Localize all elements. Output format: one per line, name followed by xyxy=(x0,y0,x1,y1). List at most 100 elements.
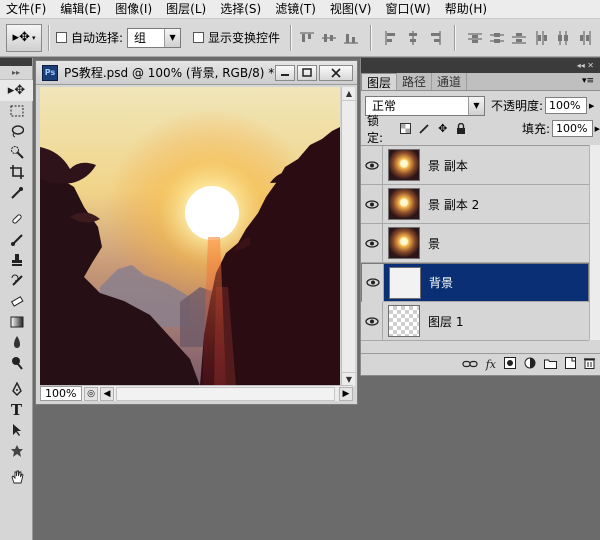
eraser-tool-icon[interactable] xyxy=(0,291,33,312)
distribute-hcenter-icon[interactable] xyxy=(554,30,572,46)
checkbox-box xyxy=(56,32,67,43)
distribute-top-icon[interactable] xyxy=(466,30,484,46)
tool-preset-picker[interactable]: ▸✥ ▾ xyxy=(6,23,42,52)
layer-row[interactable]: 图层 1 xyxy=(361,302,589,341)
menu-image[interactable]: 图像(I) xyxy=(109,0,160,19)
menu-window[interactable]: 窗口(W) xyxy=(379,0,438,19)
scroll-left-arrow-icon[interactable]: ◀ xyxy=(100,386,114,401)
marquee-tool-icon[interactable] xyxy=(0,101,33,122)
panel-tabs: 图层 路径 通道 ▾≡ xyxy=(361,73,600,91)
eye-icon[interactable] xyxy=(361,185,383,223)
path-select-tool-icon[interactable] xyxy=(0,420,33,441)
zoom-field[interactable]: 100% xyxy=(40,386,82,401)
separator xyxy=(370,24,373,51)
align-left-icon[interactable] xyxy=(382,30,400,46)
hand-tool-icon[interactable] xyxy=(0,467,33,488)
layer-row-selected[interactable]: 背景 xyxy=(361,263,589,302)
distribute-vcenter-icon[interactable] xyxy=(488,30,506,46)
tab-channels[interactable]: 通道 xyxy=(432,73,468,90)
chevron-down-icon: ▼ xyxy=(468,96,484,115)
eye-icon[interactable] xyxy=(361,224,383,262)
menu-layer[interactable]: 图层(L) xyxy=(160,0,214,19)
adjustment-layer-icon[interactable] xyxy=(524,357,536,372)
panel-menu-icon[interactable]: ▾≡ xyxy=(582,76,594,86)
separator xyxy=(454,24,457,51)
auto-select-dropdown[interactable]: 组 ▼ xyxy=(127,27,182,48)
eyedropper-tool-icon[interactable] xyxy=(0,183,33,204)
quick-select-tool-icon[interactable] xyxy=(0,142,33,163)
horizontal-scrollbar[interactable] xyxy=(116,386,335,401)
menu-edit[interactable]: 编辑(E) xyxy=(54,0,109,19)
layer-mask-icon[interactable] xyxy=(504,357,516,372)
menu-select[interactable]: 选择(S) xyxy=(214,0,269,19)
opacity-label: 不透明度: xyxy=(491,99,544,113)
status-info-icon[interactable]: ◎ xyxy=(84,386,98,401)
layer-row[interactable]: 景 xyxy=(361,224,589,263)
healing-brush-tool-icon[interactable] xyxy=(0,209,33,230)
toolbox-grip[interactable] xyxy=(0,58,32,66)
align-bottom-icon[interactable] xyxy=(342,30,360,46)
separator xyxy=(48,24,50,51)
fill-field[interactable]: 100% xyxy=(552,120,593,137)
align-vcenter-icon[interactable] xyxy=(320,30,338,46)
menu-filter[interactable]: 滤镜(T) xyxy=(269,0,324,19)
align-hcenter-icon[interactable] xyxy=(404,30,422,46)
blur-tool-icon[interactable] xyxy=(0,332,33,353)
fill-slider-arrow-icon[interactable]: ▶ xyxy=(595,125,600,133)
tab-layers[interactable]: 图层 xyxy=(361,73,398,90)
minimize-button[interactable] xyxy=(275,64,295,81)
lock-transparency-icon[interactable] xyxy=(399,122,412,136)
layers-scrollbar[interactable] xyxy=(589,145,600,340)
opacity-field[interactable]: 100% xyxy=(545,97,588,114)
scroll-right-arrow-icon[interactable]: ▶ xyxy=(339,386,353,401)
delete-layer-icon[interactable] xyxy=(584,357,595,372)
align-top-icon[interactable] xyxy=(298,30,316,46)
align-right-icon[interactable] xyxy=(426,30,444,46)
distribute-left-icon[interactable] xyxy=(532,30,550,46)
pen-tool-icon[interactable] xyxy=(0,379,33,400)
layer-style-icon[interactable]: fx xyxy=(486,358,496,371)
new-group-icon[interactable] xyxy=(544,358,557,372)
lasso-tool-icon[interactable] xyxy=(0,121,33,142)
fill-label: 填充: xyxy=(521,122,550,136)
layer-row[interactable]: 景 副本 2 xyxy=(361,185,589,224)
layer-thumbnail xyxy=(388,188,420,220)
distribute-right-icon[interactable] xyxy=(576,30,594,46)
eye-icon[interactable] xyxy=(362,263,384,302)
scroll-down-arrow-icon[interactable]: ▼ xyxy=(342,372,356,386)
layer-row[interactable]: 景 副本 xyxy=(361,146,589,185)
clone-stamp-tool-icon[interactable] xyxy=(0,250,33,271)
menu-file[interactable]: 文件(F) xyxy=(0,0,54,19)
link-layers-icon[interactable] xyxy=(462,358,478,371)
lock-all-icon[interactable] xyxy=(454,122,467,136)
menu-view[interactable]: 视图(V) xyxy=(324,0,380,19)
document-title-bar[interactable]: Ps PS教程.psd @ 100% (背景, RGB/8) * xyxy=(36,61,357,85)
eye-icon[interactable] xyxy=(361,146,383,184)
tab-paths[interactable]: 路径 xyxy=(397,73,433,90)
gradient-tool-icon[interactable] xyxy=(0,312,33,333)
crop-tool-icon[interactable] xyxy=(0,162,33,183)
distribute-bottom-icon[interactable] xyxy=(510,30,528,46)
eye-icon[interactable] xyxy=(361,302,383,340)
opacity-slider-arrow-icon[interactable]: ▶ xyxy=(589,102,594,110)
close-button[interactable] xyxy=(319,64,353,81)
lock-position-icon[interactable]: ✥ xyxy=(436,122,449,136)
auto-select-checkbox[interactable]: 自动选择: xyxy=(56,29,123,46)
panel-collapse-icon[interactable]: ◂◂ ✕ xyxy=(361,58,600,73)
type-tool-icon[interactable]: T xyxy=(0,400,33,421)
scroll-up-arrow-icon[interactable]: ▲ xyxy=(342,87,356,101)
restore-button[interactable] xyxy=(297,64,317,81)
custom-shape-tool-icon[interactable] xyxy=(0,441,33,462)
menu-help[interactable]: 帮助(H) xyxy=(439,0,495,19)
lock-pixels-icon[interactable] xyxy=(418,122,431,136)
vertical-scrollbar[interactable]: ▲ ▼ xyxy=(341,87,356,386)
show-transform-checkbox[interactable]: 显示变换控件 xyxy=(193,29,280,46)
move-tool-icon[interactable]: ▸✥ xyxy=(0,80,33,101)
image-canvas[interactable] xyxy=(40,87,340,386)
chevron-down-icon: ▾ xyxy=(31,33,36,42)
toolbox-collapse-icon[interactable]: ▸▸ xyxy=(0,66,32,80)
history-brush-tool-icon[interactable] xyxy=(0,271,33,292)
new-layer-icon[interactable] xyxy=(565,357,576,372)
dodge-tool-icon[interactable] xyxy=(0,353,33,374)
brush-tool-icon[interactable] xyxy=(0,230,33,251)
